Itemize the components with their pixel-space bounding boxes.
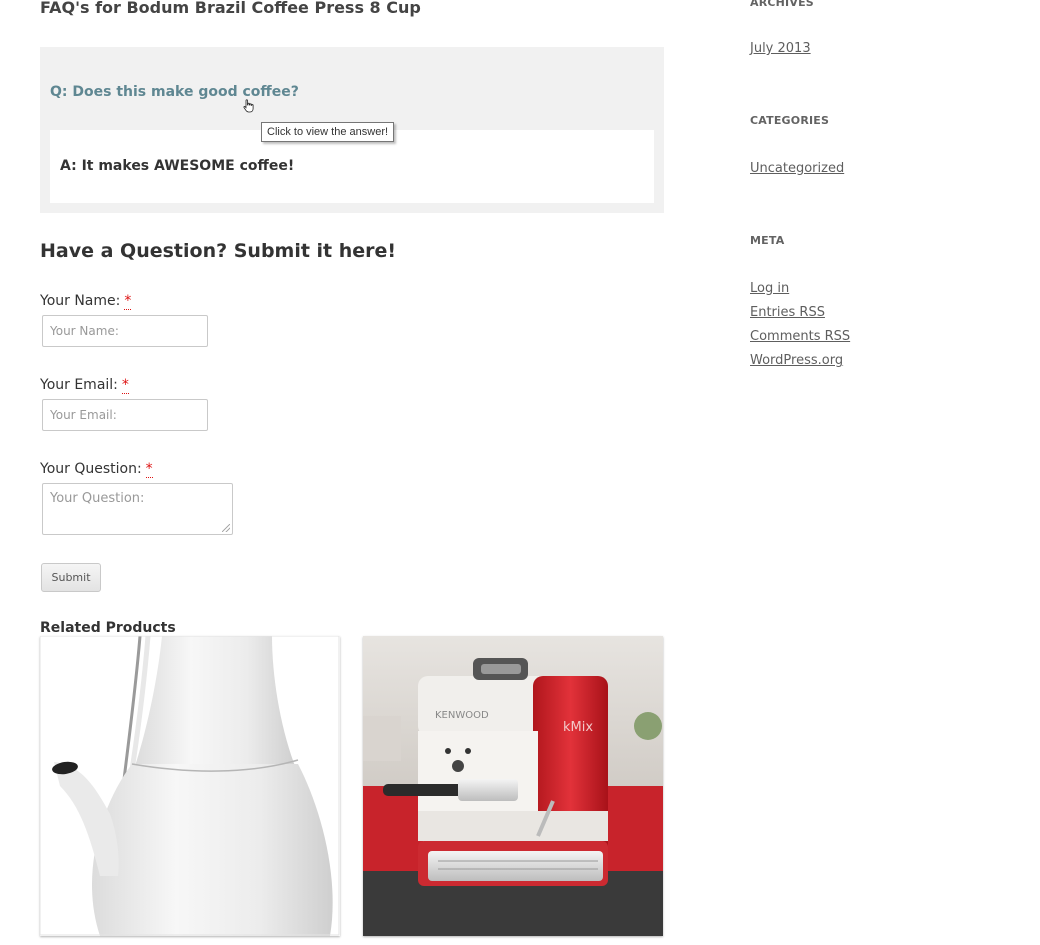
- categories-widget-title: CATEGORIES: [750, 114, 830, 127]
- red-espresso-machine-image: KENWOOD kMix: [363, 636, 663, 936]
- faq-question-toggle[interactable]: Q: Does this make good coffee?: [50, 84, 299, 100]
- email-input[interactable]: Your Email:: [42, 399, 208, 431]
- faq-title: FAQ's for Bodum Brazil Coffee Press 8 Cu…: [40, 0, 421, 17]
- question-form-heading: Have a Question? Submit it here!: [40, 240, 397, 262]
- name-label-text: Your Name:: [40, 293, 121, 309]
- required-marker: *: [124, 293, 132, 310]
- question-textarea[interactable]: Your Question:: [42, 483, 233, 535]
- related-products-heading: Related Products: [40, 620, 176, 636]
- email-label: Your Email: *: [40, 376, 129, 394]
- espresso-brand-text: kMix: [563, 720, 593, 735]
- answer-tooltip: Click to view the answer!: [261, 122, 395, 142]
- resize-handle-icon[interactable]: [222, 524, 230, 532]
- category-link-uncategorized[interactable]: Uncategorized: [750, 160, 844, 178]
- question-label: Your Question: *: [40, 460, 153, 478]
- meta-widget-title: META: [750, 234, 785, 247]
- name-label: Your Name: *: [40, 292, 132, 310]
- meta-link-entries-rss[interactable]: Entries RSS: [750, 304, 825, 322]
- related-product-espresso-machine[interactable]: KENWOOD kMix: [363, 636, 663, 936]
- faq-answer: A: It makes AWESOME coffee!: [60, 158, 295, 174]
- required-marker: *: [121, 377, 129, 394]
- required-marker: *: [145, 461, 153, 478]
- email-label-text: Your Email:: [40, 377, 118, 393]
- meta-link-wordpress-org[interactable]: WordPress.org: [750, 352, 843, 370]
- question-placeholder: Your Question:: [50, 491, 145, 506]
- white-kettle-image: [40, 636, 340, 936]
- meta-link-comments-rss[interactable]: Comments RSS: [750, 328, 850, 346]
- name-placeholder: Your Name:: [50, 324, 119, 338]
- submit-button[interactable]: Submit: [41, 563, 101, 592]
- name-input[interactable]: Your Name:: [42, 315, 208, 347]
- question-label-text: Your Question:: [40, 461, 142, 477]
- email-placeholder: Your Email:: [50, 408, 117, 422]
- archives-widget-title: ARCHIVES: [750, 0, 814, 9]
- related-product-kettle[interactable]: [40, 636, 340, 936]
- hand-cursor-icon: [243, 99, 254, 113]
- svg-text:KENWOOD: KENWOOD: [435, 710, 489, 721]
- archive-link-july-2013[interactable]: July 2013: [750, 40, 811, 58]
- faq-accordion: Q: Does this make good coffee? Click to …: [40, 47, 664, 213]
- meta-link-log-in[interactable]: Log in: [750, 280, 789, 298]
